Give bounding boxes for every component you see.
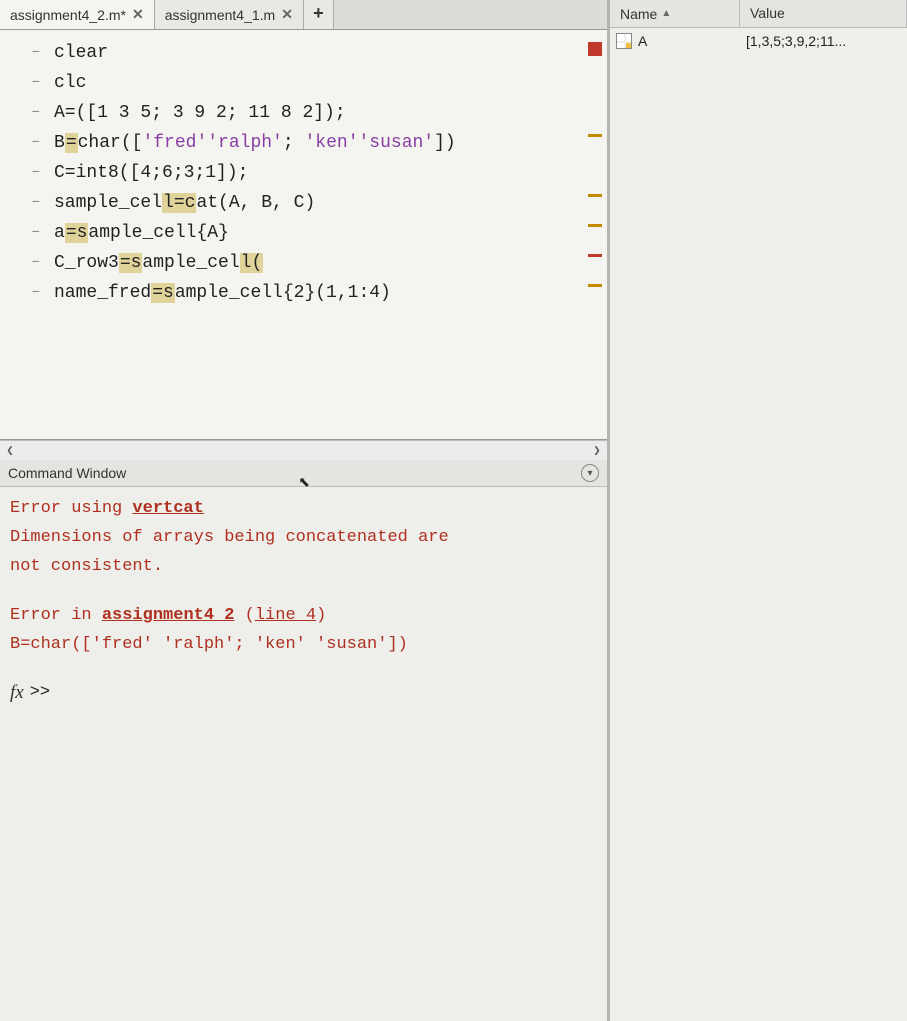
lint-column: [583, 30, 607, 439]
horizontal-scrollbar[interactable]: ❮ ❯: [0, 440, 607, 460]
lint-warning-icon[interactable]: [588, 194, 602, 197]
workspace-col-value[interactable]: Value: [740, 0, 907, 27]
workspace-body[interactable]: A [1,3,5;3,9,2;11...: [610, 28, 907, 1021]
editor-gutter: − − − − − − − − −: [0, 30, 48, 439]
code-line[interactable]: B=char(['fred' 'ralph'; 'ken' 'susan']): [54, 128, 583, 158]
code-line[interactable]: sample_cell=cat(A, B, C): [54, 188, 583, 218]
error-line: not consistent.: [10, 553, 597, 582]
error-line: Dimensions of arrays being concatenated …: [10, 524, 597, 553]
code-line[interactable]: A=([1 3 5; 3 9 2; 11 8 2]);: [54, 98, 583, 128]
lint-warning-icon[interactable]: [588, 224, 602, 227]
command-window[interactable]: Error using vertcat Dimensions of arrays…: [0, 487, 607, 1021]
tab-label: assignment4_1.m: [165, 7, 276, 23]
lint-error-icon[interactable]: [588, 254, 602, 257]
close-icon[interactable]: ✕: [132, 6, 144, 23]
workspace-col-name[interactable]: Name ▲: [610, 0, 740, 27]
scroll-right-icon[interactable]: ❯: [589, 443, 605, 459]
error-link-file[interactable]: assignment4_2: [102, 606, 235, 625]
code-line[interactable]: name_fred=sample_cell{2}(1,1:4): [54, 278, 583, 308]
code-line[interactable]: C_row3=sample_cell(: [54, 248, 583, 278]
workspace-row[interactable]: A [1,3,5;3,9,2;11...: [610, 28, 907, 54]
code-line[interactable]: a=sample_cell{A}: [54, 218, 583, 248]
command-window-title: Command Window: [8, 465, 126, 481]
code-line[interactable]: C=int8([4;6;3;1]);: [54, 158, 583, 188]
code-line[interactable]: clear: [54, 38, 583, 68]
variable-value: [1,3,5;3,9,2;11...: [740, 33, 907, 49]
error-link-vertcat[interactable]: vertcat: [132, 499, 203, 518]
error-link-line[interactable]: line 4: [255, 606, 316, 625]
command-window-header: Command Window ▾: [0, 460, 607, 487]
command-prompt[interactable]: fx >>: [10, 677, 597, 709]
lint-warning-icon[interactable]: [588, 284, 602, 287]
error-line: Error using vertcat: [10, 495, 597, 524]
tab-assignment4-2[interactable]: assignment4_2.m* ✕: [0, 0, 155, 29]
add-tab-button[interactable]: +: [304, 0, 334, 29]
tab-assignment4-1[interactable]: assignment4_1.m ✕: [155, 0, 304, 29]
prompt-chevrons: >>: [30, 679, 50, 708]
lint-summary-error-icon[interactable]: [588, 42, 602, 56]
close-icon[interactable]: ✕: [281, 6, 293, 23]
variable-name: A: [638, 33, 647, 49]
error-line: B=char(['fred' 'ralph'; 'ken' 'susan']): [10, 631, 597, 660]
lint-warning-icon[interactable]: [588, 134, 602, 137]
code-area[interactable]: clear clc A=([1 3 5; 3 9 2; 11 8 2]); B=…: [48, 30, 583, 439]
error-line: Error in assignment4_2 (line 4): [10, 602, 597, 631]
editor-tabs: assignment4_2.m* ✕ assignment4_1.m ✕ +: [0, 0, 607, 30]
scroll-left-icon[interactable]: ❮: [2, 443, 18, 459]
tab-label: assignment4_2.m*: [10, 7, 126, 23]
panel-menu-icon[interactable]: ▾: [581, 464, 599, 482]
code-line[interactable]: clc: [54, 68, 583, 98]
workspace-panel: Name ▲ Value A [1,3,5;3,9,2;11...: [610, 0, 907, 1021]
code-editor[interactable]: − − − − − − − − − clear clc A=([1 3 5; 3…: [0, 30, 607, 440]
fx-icon[interactable]: fx: [10, 677, 24, 709]
variable-matrix-icon: [616, 33, 632, 49]
sort-asc-icon: ▲: [661, 8, 671, 19]
workspace-header: Name ▲ Value: [610, 0, 907, 28]
